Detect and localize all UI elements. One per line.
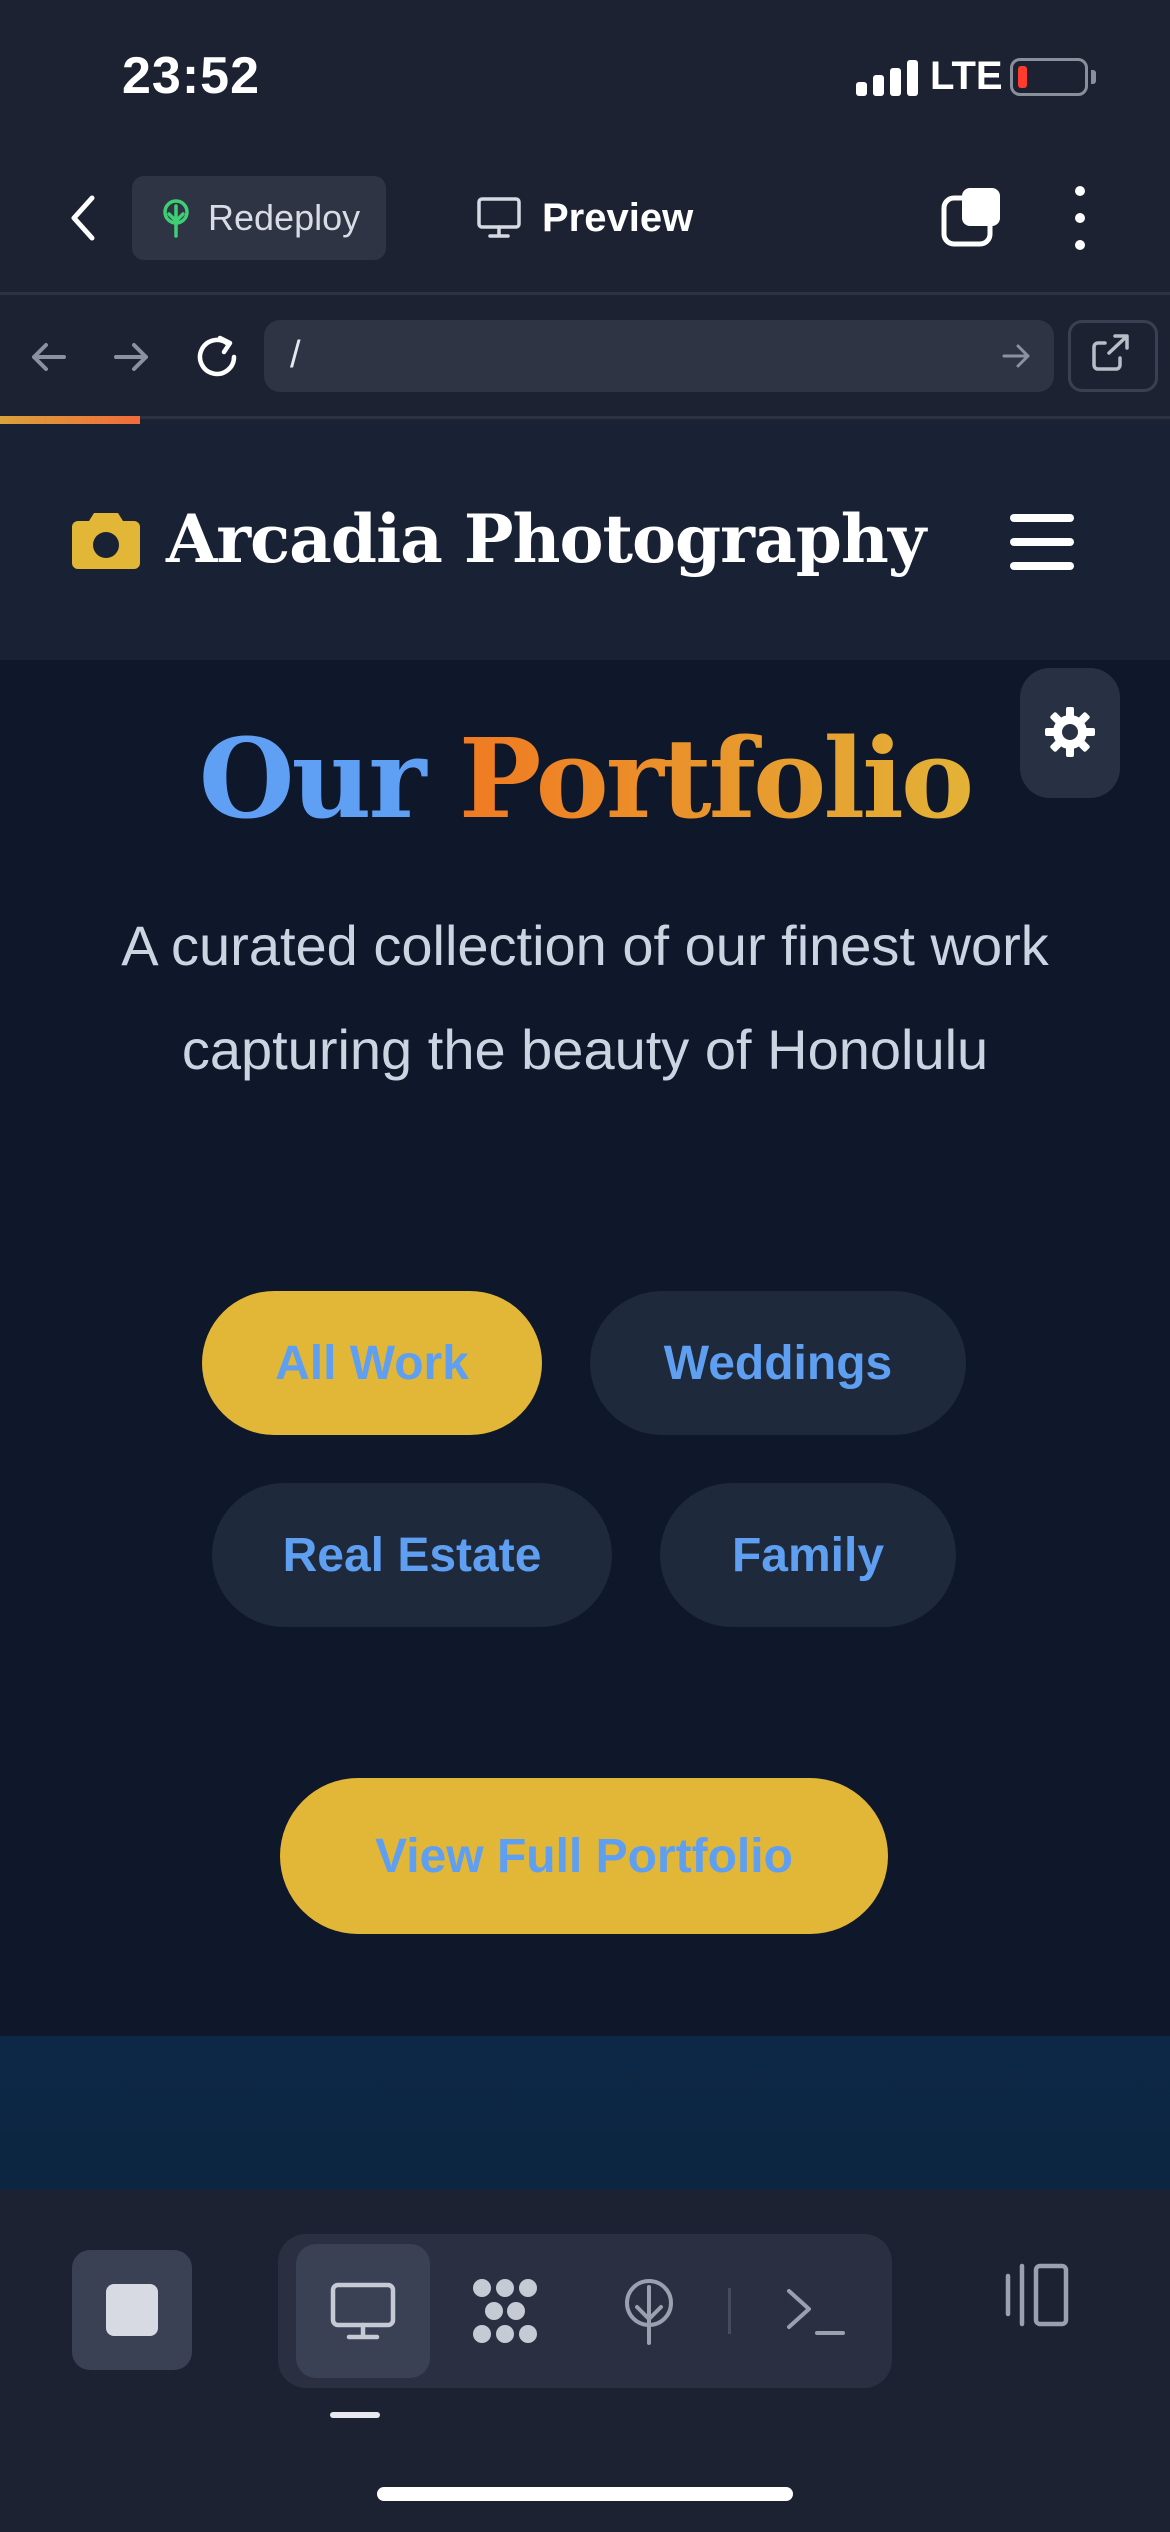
home-indicator[interactable] [377, 2487, 793, 2501]
tool-group [278, 2234, 892, 2388]
go-arrow-icon[interactable] [998, 338, 1034, 374]
camera-icon [72, 513, 140, 569]
more-vertical-icon[interactable] [1064, 186, 1096, 250]
hamburger-icon[interactable] [1010, 514, 1074, 570]
brand[interactable]: Arcadia Photography [70, 500, 926, 578]
stop-icon[interactable] [72, 2250, 192, 2370]
url-field[interactable]: / [264, 320, 1054, 392]
active-tab-indicator [330, 2412, 380, 2418]
page-load-progress [0, 416, 141, 424]
arrow-right-icon[interactable] [104, 330, 158, 384]
app-toolbar: Redeploy Preview [0, 150, 1170, 295]
monitor-icon [477, 197, 521, 238]
external-link-icon[interactable] [1068, 320, 1158, 392]
monitor-tool-icon[interactable] [296, 2244, 430, 2378]
arrow-left-icon[interactable] [22, 330, 76, 384]
filter-family[interactable]: Family [660, 1483, 956, 1627]
filter-weddings[interactable]: Weddings [590, 1291, 966, 1435]
terminal-icon[interactable] [748, 2244, 882, 2378]
deploy-tree-icon [163, 199, 189, 238]
bottom-toolbar [0, 2190, 1170, 2532]
hero-title-our: Our [198, 714, 427, 843]
workflow-icon[interactable] [438, 2244, 572, 2378]
network-label: LTE [930, 54, 1003, 98]
panel-toggle-icon[interactable] [996, 2254, 1080, 2338]
battery-tip [1091, 70, 1096, 84]
battery-low-icon [1010, 58, 1088, 96]
next-section [0, 2036, 1170, 2190]
site-header: Arcadia Photography [0, 424, 1170, 660]
reload-icon[interactable] [190, 330, 244, 384]
view-full-portfolio-button[interactable]: View Full Portfolio [280, 1778, 888, 1934]
hero-title: Our Portfolio [0, 714, 1170, 843]
tool-divider [728, 2288, 731, 2334]
hero-title-portfolio: Portfolio [458, 714, 975, 843]
status-bar: 23:52 LTE [0, 0, 1170, 150]
brand-name: Arcadia Photography [166, 500, 926, 578]
redeploy-button[interactable]: Redeploy [132, 176, 386, 260]
redeploy-label: Redeploy [208, 197, 361, 238]
chevron-left-icon[interactable] [56, 188, 116, 248]
preview-title[interactable]: Preview [476, 188, 693, 248]
status-time: 23:52 [122, 47, 260, 105]
filter-real-estate[interactable]: Real Estate [212, 1483, 612, 1627]
web-preview: Arcadia Photography Our Portfolio A cura… [0, 424, 1170, 2036]
url-text: / [290, 334, 301, 376]
hero-subtitle: A curated collection of our finest work … [121, 914, 1049, 1081]
filter-all-work[interactable]: All Work [202, 1291, 542, 1435]
tabs-icon[interactable] [940, 186, 1004, 250]
browser-nav: / [0, 298, 1170, 416]
progress-track [0, 416, 1170, 419]
signal-icon [856, 60, 918, 96]
preview-label: Preview [542, 195, 694, 240]
deploy-icon[interactable] [582, 2244, 716, 2378]
